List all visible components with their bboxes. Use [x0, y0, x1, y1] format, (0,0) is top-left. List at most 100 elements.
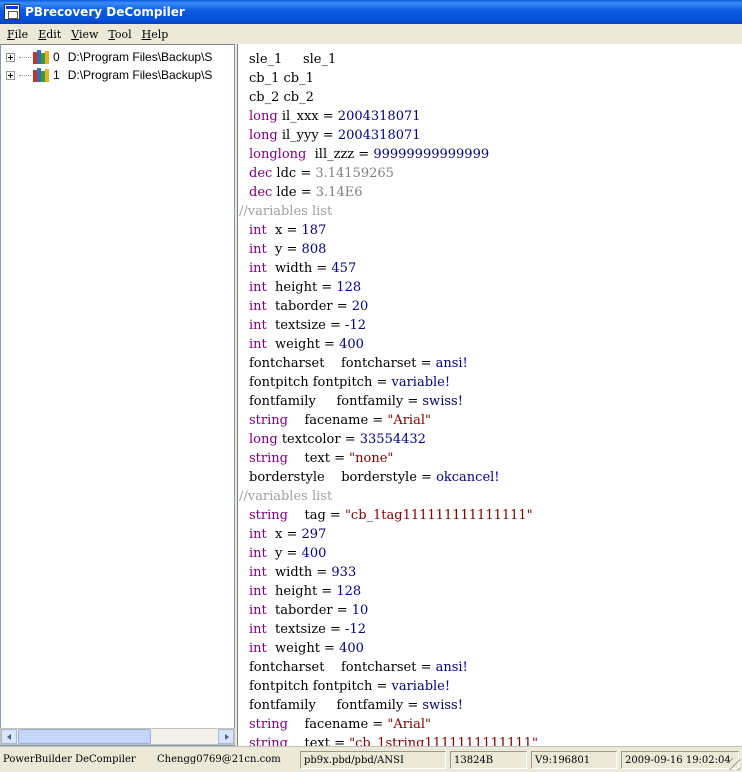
code-line: int y = 808 [249, 240, 326, 259]
code-value: 808 [301, 242, 327, 257]
code-text: weight = [266, 337, 340, 352]
code-keyword: int [249, 546, 267, 561]
code-line: int width = 457 [249, 259, 356, 278]
tree-item-index: 1 [53, 68, 60, 82]
code-keyword: int [249, 641, 267, 656]
resize-grip-icon[interactable] [728, 758, 740, 770]
code-keyword: int [249, 261, 267, 276]
code-keyword: long [249, 128, 278, 143]
code-line: string facename = "Arial" [249, 411, 431, 430]
code-text: fontpitch fontpitch = [249, 679, 392, 694]
code-value: 20 [351, 299, 369, 314]
code-value: ansi! [435, 660, 468, 675]
tree-item[interactable]: 1 D:\Program Files\Backup\S [3, 66, 231, 84]
code-value: variable! [391, 679, 451, 694]
code-line: long il_xxx = 2004318071 [249, 107, 421, 126]
tree-item[interactable]: 0 D:\Program Files\Backup\S [3, 48, 231, 66]
code-keyword: string [249, 413, 288, 428]
code-value: 457 [331, 261, 357, 276]
code-text: cb_1 cb_1 [249, 71, 314, 86]
code-line: string facename = "Arial" [249, 715, 431, 734]
code-value: okcancel! [436, 470, 500, 485]
menu-view[interactable]: View [66, 28, 103, 41]
library-tree[interactable]: 0 D:\Program Files\Backup\S 1 D:\Program… [0, 44, 235, 746]
code-text: borderstyle borderstyle = [249, 470, 437, 485]
code-line: int textsize = -12 [249, 316, 366, 335]
menu-tool[interactable]: Tool [103, 28, 136, 41]
code-comment: //variables list [239, 204, 333, 219]
code-value: 10 [351, 603, 369, 618]
scroll-right-icon[interactable] [218, 729, 234, 744]
code-text: textsize = [266, 622, 346, 637]
tree-item-path: D:\Program Files\Backup\S [67, 68, 213, 82]
code-keyword: int [249, 223, 267, 238]
window-title: PBrecovery DeCompiler [25, 5, 185, 19]
code-text: weight = [266, 641, 340, 656]
status-bar: PowerBuilder DeCompiler Chengg0769@21cn.… [0, 746, 742, 772]
code-keyword: string [249, 717, 288, 732]
code-line: longlong ill_zzz = 99999999999999 [249, 145, 489, 164]
code-line: fontcharset fontcharset = ansi! [249, 354, 468, 373]
scroll-thumb[interactable] [18, 729, 151, 744]
code-string: "cb_1string1111111111111" [349, 736, 538, 746]
code-line: sle_1 sle_1 [249, 50, 336, 69]
code-line: string tag = "cb_1tag111111111111111" [249, 506, 533, 525]
code-text: width = [266, 565, 332, 580]
tree-horizontal-scrollbar[interactable] [0, 728, 235, 745]
code-text: taborder = [266, 603, 352, 618]
code-value: 128 [336, 584, 362, 599]
title-bar: PBrecovery DeCompiler [0, 0, 742, 24]
code-value: -12 [345, 622, 366, 637]
code-line: cb_1 cb_1 [249, 69, 314, 88]
code-value: 400 [301, 546, 327, 561]
code-keyword: string [249, 736, 288, 746]
code-comment-line: //variables list [239, 487, 332, 506]
code-value: 99999999999999 [373, 147, 490, 162]
code-keyword: long [249, 109, 278, 124]
code-string: "cb_1tag111111111111111" [344, 508, 533, 523]
menu-file[interactable]: File [2, 28, 33, 41]
code-value: variable! [391, 375, 451, 390]
code-text: ldc = [272, 166, 316, 181]
menu-help[interactable]: Help [137, 28, 174, 41]
code-line: int weight = 400 [249, 335, 364, 354]
code-line: int weight = 400 [249, 639, 364, 658]
code-line: fontpitch fontpitch = variable! [249, 373, 450, 392]
scroll-left-icon[interactable] [1, 729, 17, 744]
source-code-view[interactable]: sle_1 sle_1 cb_1 cb_1 cb_2 cb_2 long il_xxx… [237, 44, 742, 746]
code-keyword: int [249, 337, 267, 352]
code-line: long il_yyy = 2004318071 [249, 126, 421, 145]
code-keyword: int [249, 622, 267, 637]
expand-icon[interactable] [6, 70, 15, 80]
expand-icon[interactable] [6, 52, 15, 62]
code-line: dec lde = 3.14E6 [249, 183, 362, 202]
code-text: y = [266, 546, 302, 561]
code-text: fontcharset fontcharset = [249, 660, 436, 675]
code-line: fontpitch fontpitch = variable! [249, 677, 450, 696]
code-text: text = [287, 451, 350, 466]
code-line: int taborder = 20 [249, 297, 368, 316]
code-line: long textcolor = 33554432 [249, 430, 426, 449]
code-value: 933 [331, 565, 357, 580]
code-value: -12 [345, 318, 366, 333]
tree-item-path: D:\Program Files\Backup\S [67, 50, 213, 64]
code-text: x = [266, 527, 302, 542]
code-keyword: int [249, 242, 267, 257]
code-line: string text = "cb_1string1111111111111" [249, 734, 538, 746]
code-text: fontpitch fontpitch = [249, 375, 392, 390]
tree-item-index: 0 [53, 50, 60, 64]
code-keyword: string [249, 508, 288, 523]
code-value: 297 [301, 527, 327, 542]
menu-bar: File Edit View Tool Help [0, 24, 742, 44]
code-text: fontfamily fontfamily = [249, 394, 423, 409]
code-text: fontfamily fontfamily = [249, 698, 423, 713]
code-value: 2004318071 [337, 109, 421, 124]
code-keyword: int [249, 527, 267, 542]
code-value: ansi! [435, 356, 468, 371]
status-version: V9:196801 [531, 751, 617, 769]
code-line: dec ldc = 3.14159265 [249, 164, 394, 183]
code-line: int width = 933 [249, 563, 356, 582]
menu-edit[interactable]: Edit [33, 28, 66, 41]
code-text: ill_zzz = [306, 147, 374, 162]
code-keyword: longlong [249, 147, 307, 162]
